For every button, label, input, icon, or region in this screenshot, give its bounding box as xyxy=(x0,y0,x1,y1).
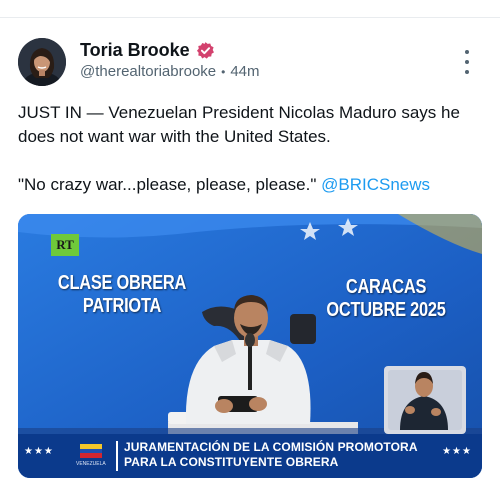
author-block: Toria Brooke @therealtoriabrooke • 44m xyxy=(80,39,260,81)
channel-logo: RT xyxy=(51,234,79,256)
author-handle[interactable]: @therealtoriabrooke xyxy=(80,63,216,80)
mention-link[interactable]: @BRICSnews xyxy=(321,175,430,194)
overlay-right-line1: CARACAS xyxy=(345,276,427,298)
more-options-icon[interactable] xyxy=(458,50,476,74)
overlay-left-text: CLASE OBRERA PATRIOTA xyxy=(56,272,187,318)
post-quote: "No crazy war...please, please, please." xyxy=(18,175,317,194)
post-text-line1: JUST IN — Venezuelan President Nicolas M… xyxy=(18,103,460,146)
banner-stars-right: ★★★ xyxy=(442,446,472,457)
video-thumbnail[interactable]: RT CLASE OBRERA PATRIOTA CARACAS OCTUBRE… xyxy=(18,214,482,478)
venezuela-flag-icon xyxy=(80,444,102,458)
banner-stars-left: ★★★ xyxy=(24,446,54,457)
verified-badge-icon xyxy=(196,41,214,59)
lower-third-banner: ★★★ VENEZUELA JURAMENTACIÓN DE LA COMISI… xyxy=(18,434,482,478)
post-card[interactable]: Toria Brooke @therealtoriabrooke • 44m J… xyxy=(0,18,500,495)
author-name-row: Toria Brooke xyxy=(80,39,260,61)
banner-line2: PARA LA CONSTITUYENTE OBRERA xyxy=(124,455,339,469)
overlay-left-line2: PATRIOTA xyxy=(82,295,162,317)
meta-separator: • xyxy=(221,64,226,79)
avatar[interactable] xyxy=(18,38,66,86)
overlay-right-line2: OCTUBRE 2025 xyxy=(326,299,446,321)
more-dot xyxy=(465,70,469,74)
banner-separator xyxy=(116,441,118,471)
post-timestamp[interactable]: 44m xyxy=(230,63,259,80)
banner-line1: JURAMENTACIÓN DE LA COMISIÓN PROMOTORA xyxy=(124,440,418,454)
banner-caption: JURAMENTACIÓN DE LA COMISIÓN PROMOTORA P… xyxy=(124,440,424,470)
more-dot xyxy=(465,60,469,64)
post-text-quote-line: "No crazy war...please, please, please."… xyxy=(18,173,488,197)
overlay-left-line1: CLASE OBRERA xyxy=(57,272,187,294)
banner-sub-label: VENEZUELA xyxy=(76,461,106,467)
post-text: JUST IN — Venezuelan President Nicolas M… xyxy=(18,101,488,197)
more-dot xyxy=(465,50,469,54)
author-name[interactable]: Toria Brooke xyxy=(80,40,190,61)
author-meta: @therealtoriabrooke • 44m xyxy=(80,63,260,80)
overlay-right-text: CARACAS OCTUBRE 2025 xyxy=(314,276,458,322)
